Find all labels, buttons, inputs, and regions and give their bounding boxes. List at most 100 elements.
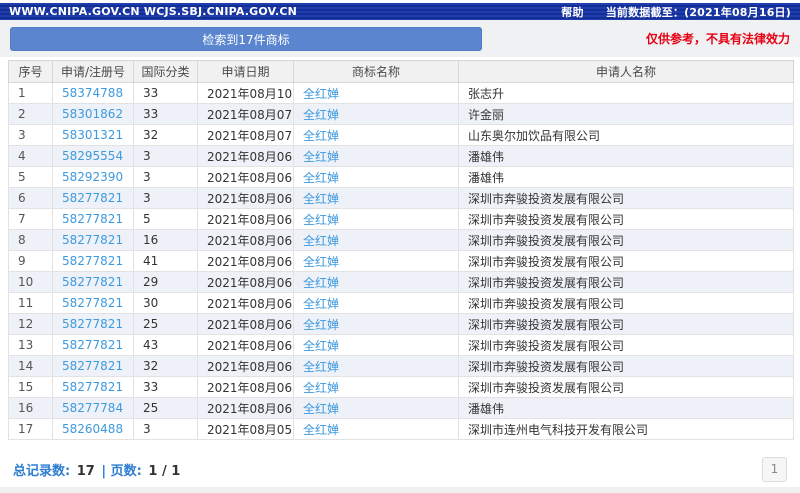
trademark-link[interactable]: 全红婵: [303, 297, 339, 311]
reg-number-link[interactable]: 58277821: [62, 359, 123, 373]
reg-number-link[interactable]: 58277784: [62, 401, 123, 415]
trademark-link[interactable]: 全红婵: [303, 234, 339, 248]
trademark-link[interactable]: 全红婵: [303, 423, 339, 437]
cell-applicant: 深圳市奔骏投资发展有限公司: [459, 293, 794, 314]
cell-mark: 全红婵: [294, 398, 459, 419]
reg-number-link[interactable]: 58374788: [62, 86, 123, 100]
cell-serial: 11: [9, 293, 53, 314]
summary-separator: |: [101, 464, 106, 479]
result-count-button[interactable]: 检索到17件商标: [10, 27, 482, 51]
cell-reg: 58277821: [53, 272, 134, 293]
cell-mark: 全红婵: [294, 125, 459, 146]
top-navigation-bar: WWW.CNIPA.GOV.CN WCJS.SBJ.CNIPA.GOV.CN 帮…: [0, 3, 800, 20]
table-row: 1 58374788 332021年08月10日全红婵 张志升: [9, 83, 794, 104]
cell-date: 2021年08月06日: [198, 377, 294, 398]
cell-class: 29: [134, 272, 198, 293]
reg-number-link[interactable]: 58277821: [62, 191, 123, 205]
cell-serial: 1: [9, 83, 53, 104]
help-link[interactable]: 帮助: [561, 4, 583, 20]
cell-serial: 5: [9, 167, 53, 188]
trademark-link[interactable]: 全红婵: [303, 402, 339, 416]
trademark-link[interactable]: 全红婵: [303, 276, 339, 290]
page-count-label: 页数:: [111, 464, 142, 479]
cell-serial: 10: [9, 272, 53, 293]
reg-number-link[interactable]: 58277821: [62, 317, 123, 331]
record-count-summary: 总记录数: 17 | 页数: 1 / 1: [13, 460, 182, 479]
reg-number-link[interactable]: 58277821: [62, 296, 123, 310]
header-reg-number: 申请/注册号: [53, 61, 134, 83]
cell-applicant: 山东奥尔加饮品有限公司: [459, 125, 794, 146]
reg-number-link[interactable]: 58277821: [62, 254, 123, 268]
cell-applicant: 深圳市奔骏投资发展有限公司: [459, 188, 794, 209]
reg-number-link[interactable]: 58277821: [62, 275, 123, 289]
cell-mark: 全红婵: [294, 356, 459, 377]
trademark-link[interactable]: 全红婵: [303, 318, 339, 332]
cell-date: 2021年08月06日: [198, 188, 294, 209]
reg-number-link[interactable]: 58292390: [62, 170, 123, 184]
cell-reg: 58277821: [53, 335, 134, 356]
trademark-link[interactable]: 全红婵: [303, 87, 339, 101]
trademark-link[interactable]: 全红婵: [303, 339, 339, 353]
cell-applicant: 深圳市奔骏投资发展有限公司: [459, 314, 794, 335]
table-row: 1658277784252021年08月06日全红婵潘雄伟: [9, 398, 794, 419]
trademark-link[interactable]: 全红婵: [303, 108, 339, 122]
trademark-link[interactable]: 全红婵: [303, 255, 339, 269]
cell-applicant: 张志升: [459, 83, 794, 104]
table-row: 1258277821252021年08月06日全红婵深圳市奔骏投资发展有限公司: [9, 314, 794, 335]
cell-serial: 12: [9, 314, 53, 335]
trademark-link[interactable]: 全红婵: [303, 129, 339, 143]
table-row: 1358277821432021年08月06日全红婵深圳市奔骏投资发展有限公司: [9, 335, 794, 356]
cell-date: 2021年08月05日: [198, 419, 294, 440]
cell-date: 2021年08月06日: [198, 251, 294, 272]
reg-number-link[interactable]: 58260488: [62, 422, 123, 436]
reg-number-link[interactable]: 58277821: [62, 338, 123, 352]
cell-class: 5: [134, 209, 198, 230]
header-date: 申请日期: [198, 61, 294, 83]
trademark-link[interactable]: 全红婵: [303, 360, 339, 374]
cell-reg: 58277821: [53, 356, 134, 377]
reg-number-link[interactable]: 58277821: [62, 380, 123, 394]
trademark-link[interactable]: 全红婵: [303, 213, 339, 227]
cell-reg: 58260488: [53, 419, 134, 440]
results-table-header: 序号 申请/注册号 国际分类 申请日期 商标名称 申请人名称: [9, 61, 794, 83]
table-row: 358301321322021年08月07日全红婵山东奥尔加饮品有限公司: [9, 125, 794, 146]
cell-class: 25: [134, 314, 198, 335]
cell-class: 32: [134, 125, 198, 146]
cell-class: 30: [134, 293, 198, 314]
reg-number-link[interactable]: 58277821: [62, 212, 123, 226]
table-row: 55829239032021年08月06日全红婵潘雄伟: [9, 167, 794, 188]
cell-applicant: 深圳市奔骏投资发展有限公司: [459, 335, 794, 356]
reg-number-link[interactable]: 58277821: [62, 233, 123, 247]
cell-serial: 6: [9, 188, 53, 209]
cell-mark: 全红婵: [294, 419, 459, 440]
results-table-body: 158374788332021年08月10日全红婵张志升258301862332…: [9, 83, 794, 440]
table-row: 1558277821332021年08月06日全红婵深圳市奔骏投资发展有限公司: [9, 377, 794, 398]
cell-reg: 58277821: [53, 230, 134, 251]
cell-mark: 全红婵: [294, 83, 459, 104]
cell-class: 33: [134, 83, 198, 104]
cell-serial: 13: [9, 335, 53, 356]
cell-mark: 全红婵: [294, 293, 459, 314]
trademark-link[interactable]: 全红婵: [303, 171, 339, 185]
trademark-link[interactable]: 全红婵: [303, 150, 339, 164]
cell-mark: 全红婵: [294, 167, 459, 188]
page-count-value: 1 / 1: [146, 464, 182, 479]
cell-reg: 58277821: [53, 314, 134, 335]
cell-serial: 14: [9, 356, 53, 377]
trademark-link[interactable]: 全红婵: [303, 192, 339, 206]
trademark-link[interactable]: 全红婵: [303, 381, 339, 395]
cell-date: 2021年08月07日: [198, 125, 294, 146]
cell-reg: 58301862: [53, 104, 134, 125]
pagination-page-1-button[interactable]: 1: [762, 457, 787, 482]
cell-serial: 8: [9, 230, 53, 251]
total-records-label: 总记录数:: [13, 464, 70, 479]
reg-number-link[interactable]: 58301321: [62, 128, 123, 142]
cell-reg: 58277821: [53, 251, 134, 272]
reg-number-link[interactable]: 58295554: [62, 149, 123, 163]
cell-applicant: 深圳市奔骏投资发展有限公司: [459, 230, 794, 251]
table-row: 1058277821292021年08月06日全红婵深圳市奔骏投资发展有限公司: [9, 272, 794, 293]
cell-date: 2021年08月06日: [198, 209, 294, 230]
reg-number-link[interactable]: 58301862: [62, 107, 123, 121]
cell-date: 2021年08月10日: [198, 83, 294, 104]
cell-date: 2021年08月06日: [198, 335, 294, 356]
